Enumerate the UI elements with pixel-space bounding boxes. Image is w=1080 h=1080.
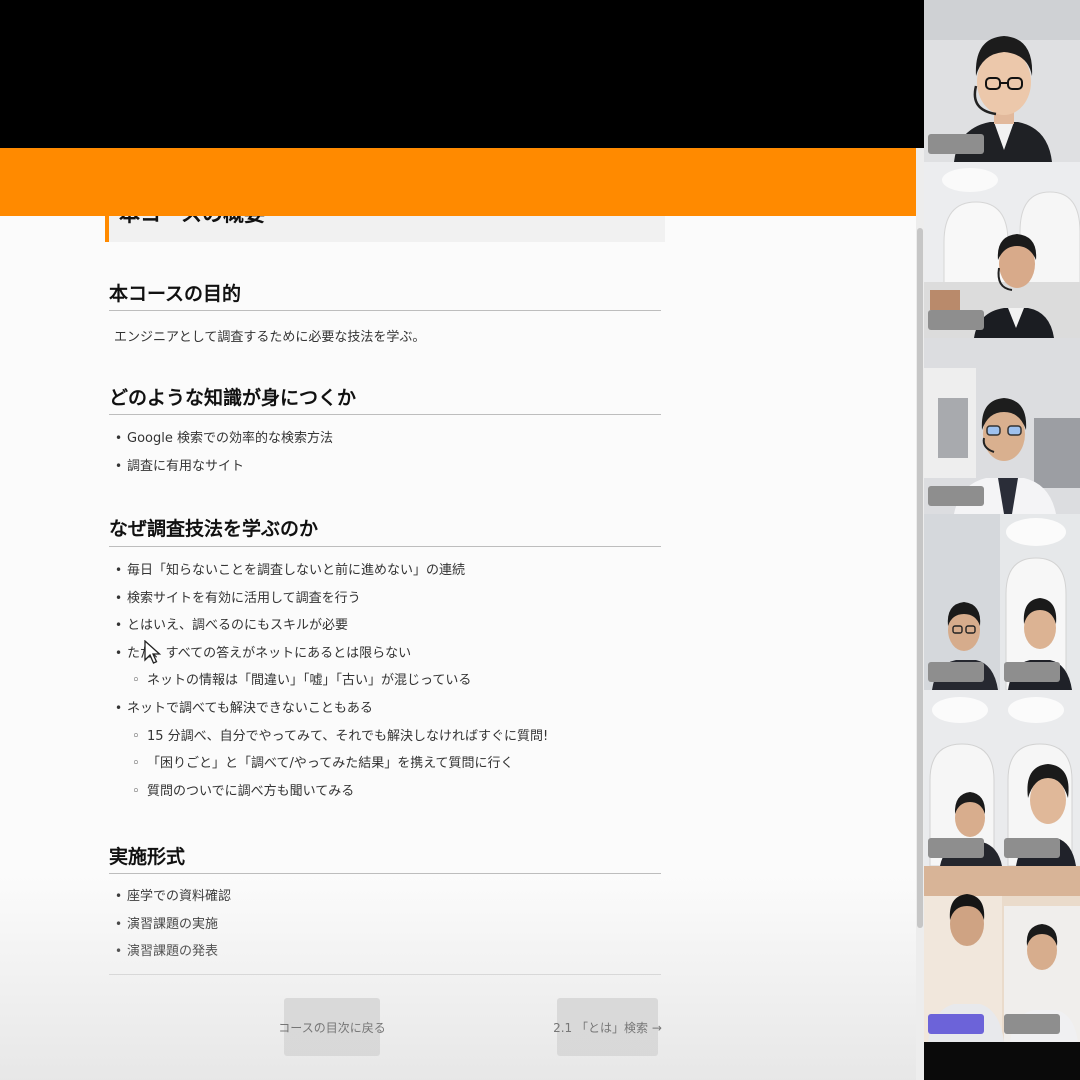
knowledge-list: Google 検索での効率的な検索方法 調査に有用なサイト [111, 425, 661, 480]
section-title-knowledge: どのような知識が身につくか [109, 387, 357, 409]
section-divider [109, 546, 661, 547]
scrollbar[interactable] [916, 148, 924, 1080]
back-to-toc-button[interactable]: コースの目次に戻る [278, 998, 386, 1056]
list-item: 演習課題の実施 [111, 911, 661, 939]
participant-name-tag [1004, 1014, 1060, 1034]
participant-name-tag [928, 486, 984, 506]
list-item: 調査に有用なサイト [111, 453, 661, 481]
sub-list-item: 15 分調べ、自分でやってみて、それでも解決しなければすぐに質問! [111, 723, 661, 751]
participant-tile[interactable] [924, 514, 1080, 690]
participant-tile[interactable] [924, 0, 1080, 162]
participant-name-tag [928, 1014, 984, 1034]
participant-tile[interactable] [924, 162, 1080, 338]
mouse-cursor-icon [144, 640, 162, 664]
list-item: 検索サイトを有効に活用して調査を行う [111, 585, 661, 613]
section-title-format: 実施形式 [109, 846, 186, 868]
participant-tile[interactable] [924, 338, 1080, 514]
participant-name-tag [1004, 662, 1060, 682]
list-item: 演習課題の発表 [111, 938, 661, 966]
participant-name-tag [1004, 838, 1060, 858]
section-title-why: なぜ調査技法を学ぶのか [109, 518, 319, 540]
participant-tile[interactable] [924, 866, 1080, 1042]
nav-divider [109, 974, 661, 975]
why-list: 毎日「知らないことを調査しないと前に進めない」の連続 検索サイトを有効に活用して… [111, 557, 661, 805]
sub-list-item: 質問のついでに調べ方も聞いてみる [111, 778, 661, 806]
participant-name-tag [928, 310, 984, 330]
list-item: Google 検索での効率的な検索方法 [111, 425, 661, 453]
list-item: ただ、すべての答えがネットにあるとは限らない [111, 640, 661, 668]
shared-document-page: 本コースの概要 本コースの目的 エンジニアとして調査するために必要な技法を学ぶ。… [0, 148, 924, 1080]
participant-name-tag [928, 838, 984, 858]
section-divider [109, 873, 661, 874]
scrollbar-thumb[interactable] [917, 228, 923, 928]
list-item: ネットで調べても解決できないこともある [111, 695, 661, 723]
participant-name-tag [928, 662, 984, 682]
section-divider [109, 310, 661, 311]
site-header-bar [0, 148, 916, 216]
sub-list-item: 「困りごと」と「調べて/やってみた結果」を携えて質問に行く [111, 750, 661, 778]
participant-tile[interactable] [924, 690, 1080, 866]
list-item: 座学での資料確認 [111, 883, 661, 911]
purpose-paragraph: エンジニアとして調査するために必要な技法を学ぶ。 [114, 330, 426, 345]
list-item: とはいえ、調べるのにもスキルが必要 [111, 612, 661, 640]
shared-screen: 本コースの概要 本コースの目的 エンジニアとして調査するために必要な技法を学ぶ。… [0, 0, 924, 1080]
sub-list-item: ネットの情報は「間違い」「嘘」「古い」が混じっている [111, 667, 661, 695]
participant-panel [924, 0, 1080, 1080]
section-title-purpose: 本コースの目的 [109, 283, 242, 305]
format-list: 座学での資料確認 演習課題の実施 演習課題の発表 [111, 883, 661, 966]
list-item: 毎日「知らないことを調査しないと前に進めない」の連続 [111, 557, 661, 585]
next-page-button[interactable]: 2.1 「とは」検索 → [553, 998, 662, 1056]
participant-name-tag [928, 134, 984, 154]
section-divider [109, 414, 661, 415]
